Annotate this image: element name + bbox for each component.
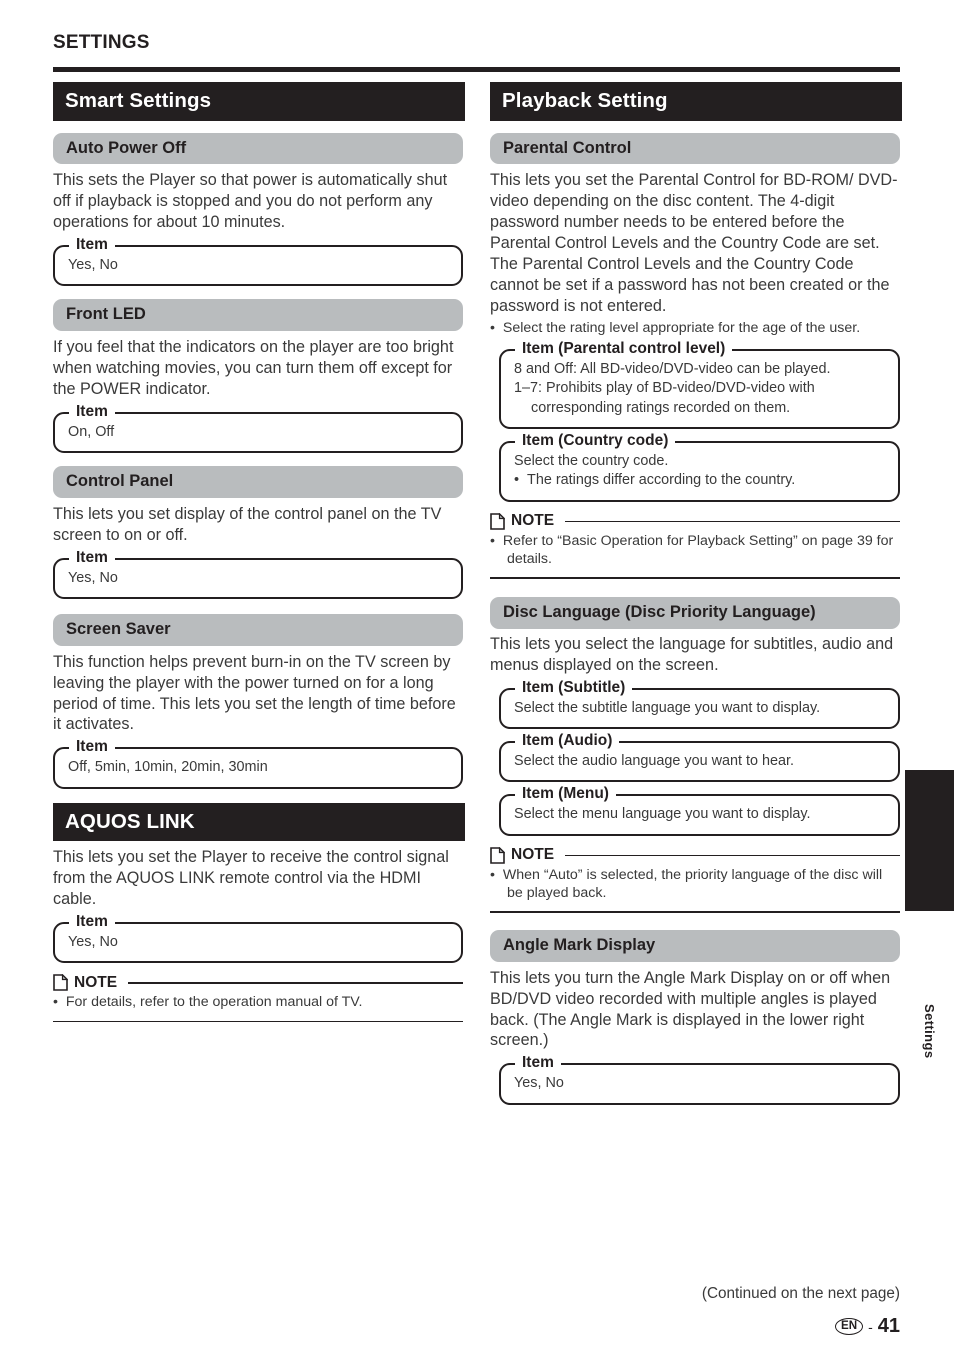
item-box-value: 8 and Off: All BD-video/DVD-video can be… — [514, 360, 888, 418]
item-line-bullet: The ratings differ according to the coun… — [514, 471, 888, 490]
note-end-rule — [490, 577, 900, 580]
continued-notice: (Continued on the next page) — [701, 1285, 900, 1302]
paragraph-disc-language: This lets you select the language for su… — [490, 634, 894, 674]
item-box-value: Yes, No — [514, 1075, 564, 1092]
document-icon — [490, 512, 505, 530]
item-box-legend: Item (Country code) — [515, 431, 676, 449]
note-label: NOTE — [511, 846, 555, 864]
item-box-aquos-link: Item Yes, No — [53, 912, 463, 964]
item-box-value: Yes, No — [68, 569, 118, 586]
note-rule — [565, 854, 900, 857]
subsection-header-angle-mark-display: Angle Mark Display — [490, 930, 900, 962]
item-box-legend: Item — [69, 402, 115, 420]
item-box-value: On, Off — [68, 423, 115, 440]
item-box-audio: Item (Audio) Select the audio language y… — [499, 731, 900, 783]
item-box-legend: Item — [69, 236, 115, 254]
note-item: When “Auto” is selected, the priority la… — [490, 866, 900, 903]
document-icon — [53, 974, 68, 991]
item-box-control-panel: Item Yes, No — [53, 548, 463, 599]
item-box-value: Yes, No — [68, 933, 118, 950]
item-box-angle-mark-display: Item Yes, No — [499, 1054, 900, 1105]
note-end-rule — [490, 911, 900, 913]
paragraph-front-led: If you feel that the indicators on the p… — [53, 338, 454, 398]
note-rule — [128, 982, 463, 984]
item-line: 1–7: Prohibits play of BD-video/DVD-vide… — [514, 380, 815, 397]
note-end-rule — [53, 1020, 463, 1023]
item-box-value: Select the audio language you want to he… — [514, 752, 795, 769]
item-box-legend: Item (Parental control level) — [515, 340, 733, 358]
item-line: 8 and Off: All BD-video/DVD-video can be… — [514, 361, 831, 378]
note-label: NOTE — [74, 973, 118, 991]
paragraph-aquos-link: This lets you set the Player to receive … — [53, 848, 449, 908]
item-box-country-code: Item (Country code) Select the country c… — [499, 431, 900, 502]
header-rule — [53, 67, 900, 72]
item-box-subtitle: Item (Subtitle) Select the subtitle lang… — [499, 678, 900, 729]
paragraph-auto-power-off: This sets the Player so that power is au… — [53, 171, 448, 232]
item-box-value: Yes, No — [68, 257, 118, 274]
note-block-parental-control: NOTE Refer to “Basic Operation for Playb… — [490, 512, 900, 580]
document-icon — [490, 846, 505, 864]
item-box-auto-power-off: Item Yes, No — [53, 236, 463, 287]
side-tab-label: Settings — [922, 1003, 937, 1058]
subsection-header-control-panel: Control Panel — [53, 466, 463, 498]
subsection-header-screen-saver: Screen Saver — [53, 613, 463, 646]
item-box-screen-saver: Item Off, 5min, 10min, 20min, 30min — [53, 738, 463, 789]
item-box-parental-control-level: Item (Parental control level) 8 and Off:… — [499, 340, 900, 429]
language-badge: EN — [835, 1318, 864, 1335]
item-box-legend: Item (Audio) — [515, 731, 620, 749]
section-header-playback-setting: Playback Setting — [490, 82, 902, 121]
item-box-value: Select the country code. The ratings dif… — [514, 452, 888, 491]
item-box-legend: Item — [69, 912, 115, 930]
manual-page: SETTINGS Smart Settings Auto Power Off T… — [0, 0, 954, 1354]
item-box-legend: Item — [69, 738, 115, 756]
note-header: NOTE — [53, 974, 463, 991]
item-box-menu: Item (Menu) Select the menu language you… — [499, 785, 900, 836]
paragraph-angle-mark-display: This lets you turn the Angle Mark Displa… — [490, 968, 891, 1050]
paragraph-control-panel: This lets you set display of the control… — [53, 504, 442, 544]
page-folio: EN - 41 — [835, 1315, 900, 1338]
note-block-disc-language: NOTE When “Auto” is selected, the priori… — [490, 846, 900, 913]
subsection-header-auto-power-off: Auto Power Off — [53, 132, 463, 165]
item-box-value: Select the menu language you want to dis… — [514, 806, 811, 823]
right-column: Playback Setting Parental Control This l… — [490, 82, 902, 1105]
subsection-header-parental-control: Parental Control — [490, 132, 900, 165]
item-box-value: Select the subtitle language you want to… — [514, 699, 821, 716]
paragraph-screen-saver: This function helps prevent burn-in on t… — [53, 652, 456, 734]
item-line: corresponding ratings recorded on them. — [531, 399, 791, 416]
left-column: Smart Settings Auto Power Off This sets … — [53, 82, 465, 1023]
section-header-aquos-link: AQUOS LINK — [53, 802, 465, 842]
item-box-legend: Item — [515, 1054, 561, 1072]
item-box-legend: Item — [69, 548, 115, 566]
item-box-legend: Item (Menu) — [515, 785, 616, 803]
paragraph-parental-control: This lets you set the Parental Control f… — [490, 171, 898, 315]
note-item: For details, refer to the operation manu… — [53, 993, 463, 1011]
note-label: NOTE — [511, 512, 555, 530]
note-block-aquos-link: NOTE For details, refer to the operation… — [53, 974, 463, 1023]
note-item: Refer to “Basic Operation for Playback S… — [490, 532, 900, 569]
item-box-legend: Item (Subtitle) — [515, 678, 633, 696]
subsection-header-disc-language: Disc Language (Disc Priority Language) — [490, 597, 900, 629]
section-header-smart-settings: Smart Settings — [53, 82, 465, 121]
side-tab-label-wrap: Settings — [905, 770, 954, 1058]
item-box-front-led: Item On, Off — [53, 402, 463, 454]
item-box-value: Off, 5min, 10min, 20min, 30min — [68, 759, 268, 776]
folio-dash: - — [868, 1318, 873, 1335]
running-head: SETTINGS — [53, 32, 150, 53]
body-bullet-parental-control: Select the rating level appropriate for … — [490, 319, 900, 337]
note-header: NOTE — [490, 846, 900, 864]
note-rule — [565, 520, 900, 523]
item-line: Select the country code. — [514, 452, 669, 469]
note-header: NOTE — [490, 512, 900, 530]
subsection-header-front-led: Front LED — [53, 299, 463, 332]
page-number: 41 — [877, 1315, 900, 1337]
